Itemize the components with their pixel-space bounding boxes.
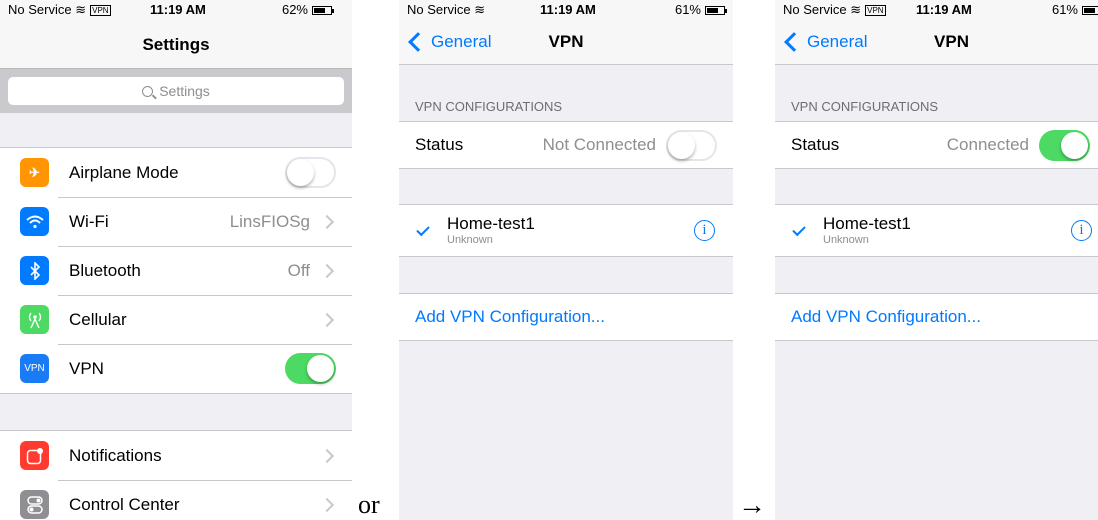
carrier-label: No Service (783, 2, 847, 17)
carrier-label: No Service (407, 2, 471, 17)
row-label: Airplane Mode (69, 162, 179, 182)
cellular-icon (20, 305, 49, 334)
row-label: Bluetooth (69, 260, 141, 280)
status-label: Status (415, 135, 464, 154)
config-name: Home-test1 (447, 213, 535, 233)
page-title: VPN (548, 32, 584, 51)
checkmark-icon (416, 222, 430, 237)
chevron-right-icon (319, 497, 335, 512)
status-label: Status (791, 135, 840, 154)
notifications-icon (20, 441, 49, 470)
control-center-icon (20, 490, 49, 519)
battery-icon (705, 5, 727, 15)
carrier-label: No Service (8, 2, 72, 17)
add-vpn-configuration-button[interactable]: Add VPN Configuration... (399, 293, 733, 341)
vpn-icon: VPN (20, 354, 49, 383)
config-status: Unknown (823, 233, 869, 246)
row-value: Off (287, 260, 310, 280)
search-input[interactable]: Settings (8, 77, 344, 105)
status-value: Not Connected (542, 135, 656, 154)
nav-bar: General VPN (775, 20, 1098, 65)
chevron-right-icon (319, 312, 335, 327)
info-icon[interactable]: i (694, 220, 715, 241)
row-label: VPN (69, 358, 104, 378)
chevron-right-icon (319, 263, 335, 278)
page-title: Settings (142, 35, 210, 54)
airplane-icon: ✈ (20, 158, 49, 187)
battery-percent: 61% (1051, 2, 1078, 17)
battery-percent: 61% (674, 2, 701, 17)
status-time: 11:19 AM (540, 2, 596, 17)
vpn-screen-disconnected: No Service ≋ 11:19 AM 61% General VPN VP… (399, 0, 733, 520)
chevron-right-icon (319, 448, 335, 463)
section-header: VPN CONFIGURATIONS (415, 99, 563, 114)
battery-percent: 62% (281, 2, 308, 17)
search-icon (142, 85, 154, 97)
settings-row-wifi[interactable]: Wi-Fi LinsFIOSg (0, 197, 352, 246)
settings-header: No Service ≋ VPN 11:19 AM 62% Settings (0, 0, 352, 69)
vpn-status-badge: VPN (90, 5, 111, 17)
vpn-config-row[interactable]: Home-test1 Unknown i (775, 204, 1098, 257)
vpn-status-row: Status Not Connected (399, 121, 733, 169)
wifi-signal-icon: ≋ (75, 2, 87, 17)
status-bar: No Service ≋ VPN 11:19 AM 61% (775, 0, 1098, 20)
chevron-right-icon (319, 214, 335, 229)
status-bar: No Service ≋ VPN 11:19 AM 62% (0, 0, 352, 20)
settings-row-notifications[interactable]: Notifications (0, 431, 352, 480)
add-vpn-configuration-button[interactable]: Add VPN Configuration... (775, 293, 1098, 341)
battery-icon (312, 5, 334, 15)
vpn-screen-connected: No Service ≋ VPN 11:19 AM 61% General VPN… (775, 0, 1098, 520)
settings-row-bluetooth[interactable]: Bluetooth Off (0, 246, 352, 295)
nav-bar: General VPN (399, 20, 733, 65)
vpn-connect-toggle[interactable] (1039, 129, 1090, 161)
vpn-config-row[interactable]: Home-test1 Unknown i (399, 204, 733, 257)
row-label: Control Center (69, 494, 180, 514)
settings-group-connectivity: ✈ Airplane Mode Wi-Fi LinsFIOSg Bluetoot… (0, 147, 352, 394)
config-name: Home-test1 (823, 213, 911, 233)
settings-row-airplane-mode[interactable]: ✈ Airplane Mode (0, 148, 352, 197)
wifi-signal-icon: ≋ (850, 2, 862, 17)
battery-icon (1082, 5, 1098, 15)
row-label: Notifications (69, 445, 162, 465)
status-bar: No Service ≋ 11:19 AM 61% (399, 0, 733, 20)
settings-row-control-center[interactable]: Control Center (0, 480, 352, 520)
settings-row-cellular[interactable]: Cellular (0, 295, 352, 344)
arrow-right-icon: → (738, 489, 766, 520)
bluetooth-icon (20, 256, 49, 285)
status-value: Connected (946, 135, 1029, 154)
info-icon[interactable]: i (1071, 220, 1092, 241)
wifi-signal-icon: ≋ (474, 2, 486, 17)
settings-group-notifications: Notifications Control Center (0, 430, 352, 520)
config-status: Unknown (447, 233, 493, 246)
row-label: Cellular (69, 309, 127, 329)
row-value: LinsFIOSg (229, 211, 310, 231)
or-separator: or (358, 490, 380, 519)
search-bar: Settings (0, 69, 352, 113)
settings-screen: No Service ≋ VPN 11:19 AM 62% Settings Se… (0, 0, 352, 520)
vpn-connect-toggle[interactable] (666, 129, 717, 161)
status-time: 11:19 AM (916, 2, 972, 17)
vpn-status-badge: VPN (865, 5, 886, 17)
vpn-status-row: Status Connected (775, 121, 1098, 169)
status-time: 11:19 AM (150, 2, 206, 17)
wifi-icon (20, 207, 49, 236)
airplane-mode-toggle[interactable] (285, 157, 336, 188)
section-header: VPN CONFIGURATIONS (791, 99, 939, 114)
checkmark-icon (792, 222, 806, 237)
settings-row-vpn[interactable]: VPN VPN (0, 344, 352, 393)
vpn-toggle[interactable] (285, 353, 336, 384)
search-placeholder: Settings (159, 83, 210, 99)
row-label: Wi-Fi (69, 211, 109, 231)
page-title: VPN (934, 32, 969, 51)
